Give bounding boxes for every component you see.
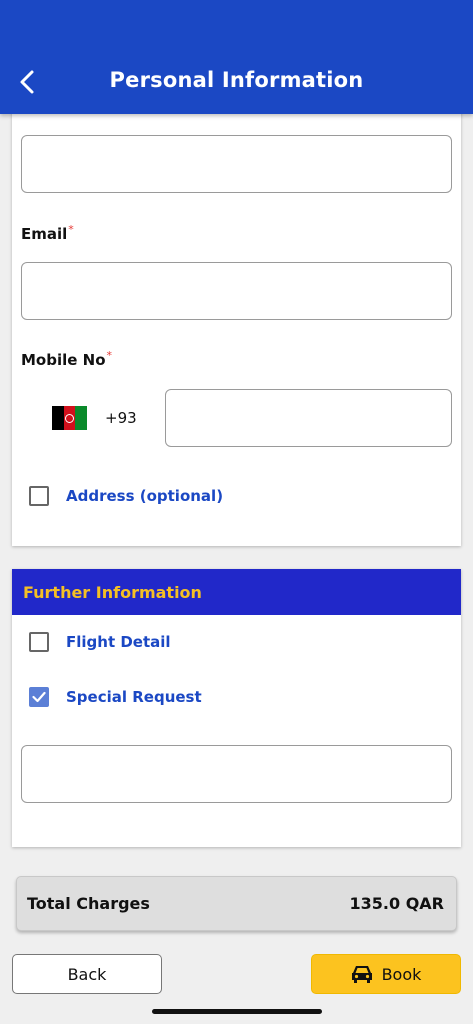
special-request-toggle[interactable]: Special Request bbox=[29, 687, 202, 707]
special-request-checkbox[interactable] bbox=[29, 687, 49, 707]
total-charges-value: 135.0 QAR bbox=[349, 894, 444, 913]
flag-stripe-black bbox=[52, 406, 64, 430]
flag-stripe-green bbox=[75, 406, 88, 430]
flag-stripe-red bbox=[63, 406, 76, 430]
dial-code[interactable]: +93 bbox=[105, 409, 137, 427]
afghanistan-flag-icon[interactable] bbox=[52, 406, 88, 430]
checkmark-icon bbox=[32, 691, 46, 703]
section-title: Further Information bbox=[23, 582, 202, 602]
back-button-label: Back bbox=[67, 964, 107, 984]
required-marker: * bbox=[106, 349, 113, 362]
app-header: Personal Information bbox=[0, 0, 473, 114]
special-request-label[interactable]: Special Request bbox=[66, 688, 202, 706]
mobile-label: Mobile No* bbox=[21, 349, 112, 369]
email-input[interactable] bbox=[21, 262, 452, 320]
book-button[interactable]: Book bbox=[311, 954, 461, 994]
address-toggle[interactable]: Address (optional) bbox=[29, 486, 223, 506]
mobile-label-text: Mobile No bbox=[21, 351, 106, 369]
flight-detail-label[interactable]: Flight Detail bbox=[66, 633, 171, 651]
flight-detail-checkbox[interactable] bbox=[29, 632, 49, 652]
total-charges-bar: Total Charges 135.0 QAR bbox=[16, 876, 457, 931]
back-button[interactable]: Back bbox=[12, 954, 162, 994]
home-indicator bbox=[152, 1009, 322, 1014]
total-charges-label: Total Charges bbox=[27, 894, 150, 913]
car-icon bbox=[351, 966, 372, 983]
further-info-header: Further Information bbox=[12, 569, 461, 615]
special-request-input[interactable] bbox=[21, 745, 452, 803]
book-button-label: Book bbox=[381, 964, 422, 984]
further-info-card: Further Information Flight Detail Specia… bbox=[12, 569, 461, 847]
personal-info-card: Email* Mobile No* +93 Address (optional) bbox=[12, 110, 461, 546]
email-label-text: Email bbox=[21, 225, 68, 243]
name-input[interactable] bbox=[21, 135, 452, 193]
flag-emblem bbox=[65, 413, 74, 423]
mobile-input[interactable] bbox=[165, 389, 452, 447]
page-title: Personal Information bbox=[109, 68, 364, 92]
address-checkbox[interactable] bbox=[29, 486, 49, 506]
email-label: Email* bbox=[21, 223, 74, 243]
required-marker: * bbox=[68, 223, 74, 236]
address-label[interactable]: Address (optional) bbox=[66, 487, 223, 505]
flight-detail-toggle[interactable]: Flight Detail bbox=[29, 632, 171, 652]
